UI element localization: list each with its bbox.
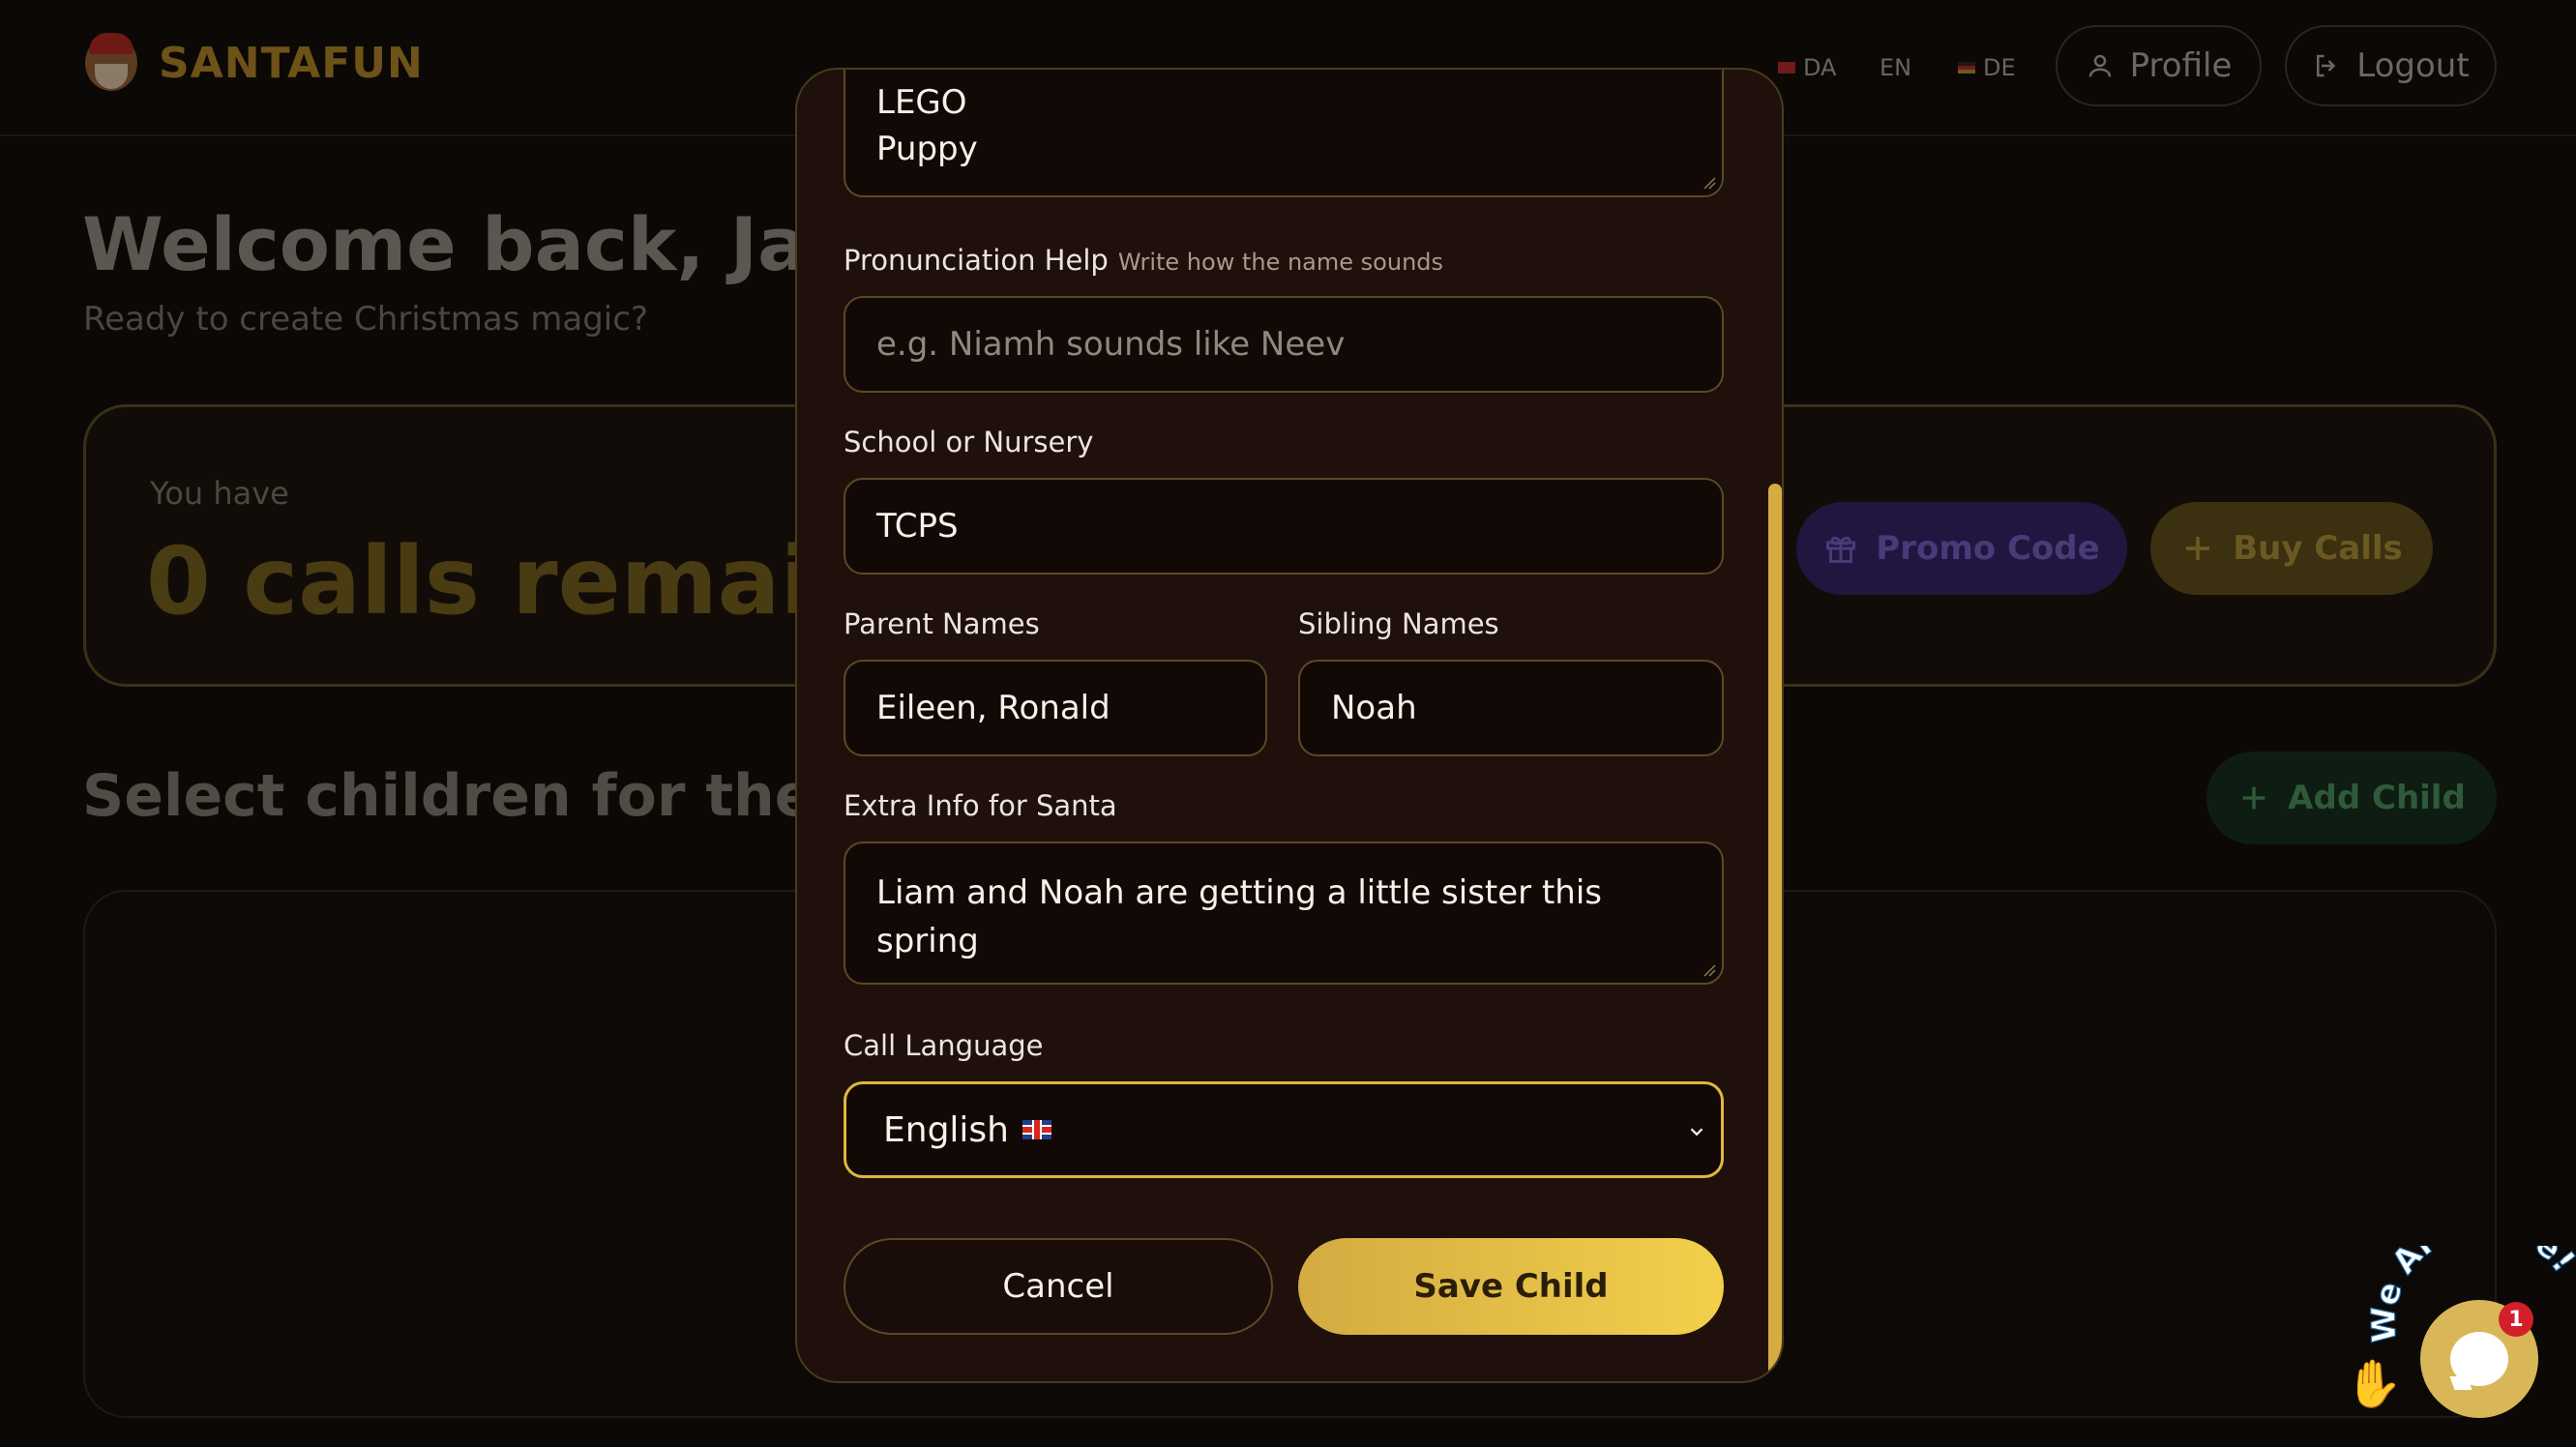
modal-scrollbar-thumb[interactable] bbox=[1768, 484, 1782, 1381]
welcome-subtitle: Ready to create Christmas magic? bbox=[83, 300, 648, 339]
language-da[interactable]: DA bbox=[1778, 54, 1836, 81]
resize-grip-icon[interactable] bbox=[1703, 963, 1716, 977]
brand-name: SANTAFUN bbox=[159, 38, 424, 88]
you-have-label: You have bbox=[150, 475, 289, 512]
call-language-label: Call Language bbox=[844, 1029, 1044, 1062]
add-child-button[interactable]: Add Child bbox=[2206, 752, 2497, 844]
school-input[interactable]: TCPS bbox=[844, 478, 1724, 575]
pronunciation-input[interactable]: e.g. Niamh sounds like Neev bbox=[844, 296, 1724, 393]
santa-logo-icon bbox=[85, 33, 137, 91]
chat-bubble-icon bbox=[2450, 1332, 2508, 1386]
logout-button[interactable]: Logout bbox=[2285, 25, 2497, 106]
germany-flag-icon bbox=[1958, 62, 1975, 74]
chat-unread-badge: 1 bbox=[2499, 1302, 2533, 1337]
promo-code-button[interactable]: Promo Code bbox=[1796, 502, 2127, 595]
sibling-names-input[interactable]: Noah bbox=[1298, 660, 1724, 756]
brand[interactable]: SANTAFUN bbox=[85, 33, 424, 91]
logout-icon bbox=[2317, 54, 2336, 77]
pronunciation-hint: Write how the name sounds bbox=[1117, 249, 1444, 276]
extra-info-label: Extra Info for Santa bbox=[844, 789, 1117, 822]
gift-icon bbox=[1826, 536, 1856, 563]
extra-info-textarea[interactable]: Liam and Noah are getting a little siste… bbox=[844, 842, 1724, 985]
cancel-button[interactable]: Cancel bbox=[844, 1238, 1273, 1335]
parent-names-input[interactable]: Eileen, Ronald bbox=[844, 660, 1267, 756]
uk-flag-icon bbox=[1022, 1120, 1051, 1139]
waving-hand-icon: ✋ bbox=[2345, 1357, 2403, 1411]
wishlist-textarea[interactable]: LEGO Puppy bbox=[844, 70, 1724, 197]
school-label: School or Nursery bbox=[844, 426, 1094, 458]
sibling-names-label: Sibling Names bbox=[1298, 607, 1499, 640]
plus-icon bbox=[2242, 786, 2265, 810]
call-language-select[interactable]: English bbox=[844, 1081, 1724, 1178]
pronunciation-label: Pronunciation Help Write how the name sou… bbox=[844, 244, 1444, 277]
plus-icon bbox=[2186, 537, 2210, 560]
language-de[interactable]: DE bbox=[1958, 54, 2016, 81]
language-en[interactable]: EN bbox=[1880, 54, 1911, 81]
parent-names-label: Parent Names bbox=[844, 607, 1040, 640]
save-child-button[interactable]: Save Child bbox=[1298, 1238, 1724, 1335]
user-icon bbox=[2088, 54, 2111, 77]
profile-button[interactable]: Profile bbox=[2056, 25, 2262, 106]
resize-grip-icon[interactable] bbox=[1703, 176, 1716, 190]
buy-calls-button[interactable]: Buy Calls bbox=[2150, 502, 2433, 595]
add-child-modal: LEGO Puppy Pronunciation Help Write how t… bbox=[795, 68, 1784, 1383]
chevron-down-icon bbox=[1690, 1128, 1703, 1137]
